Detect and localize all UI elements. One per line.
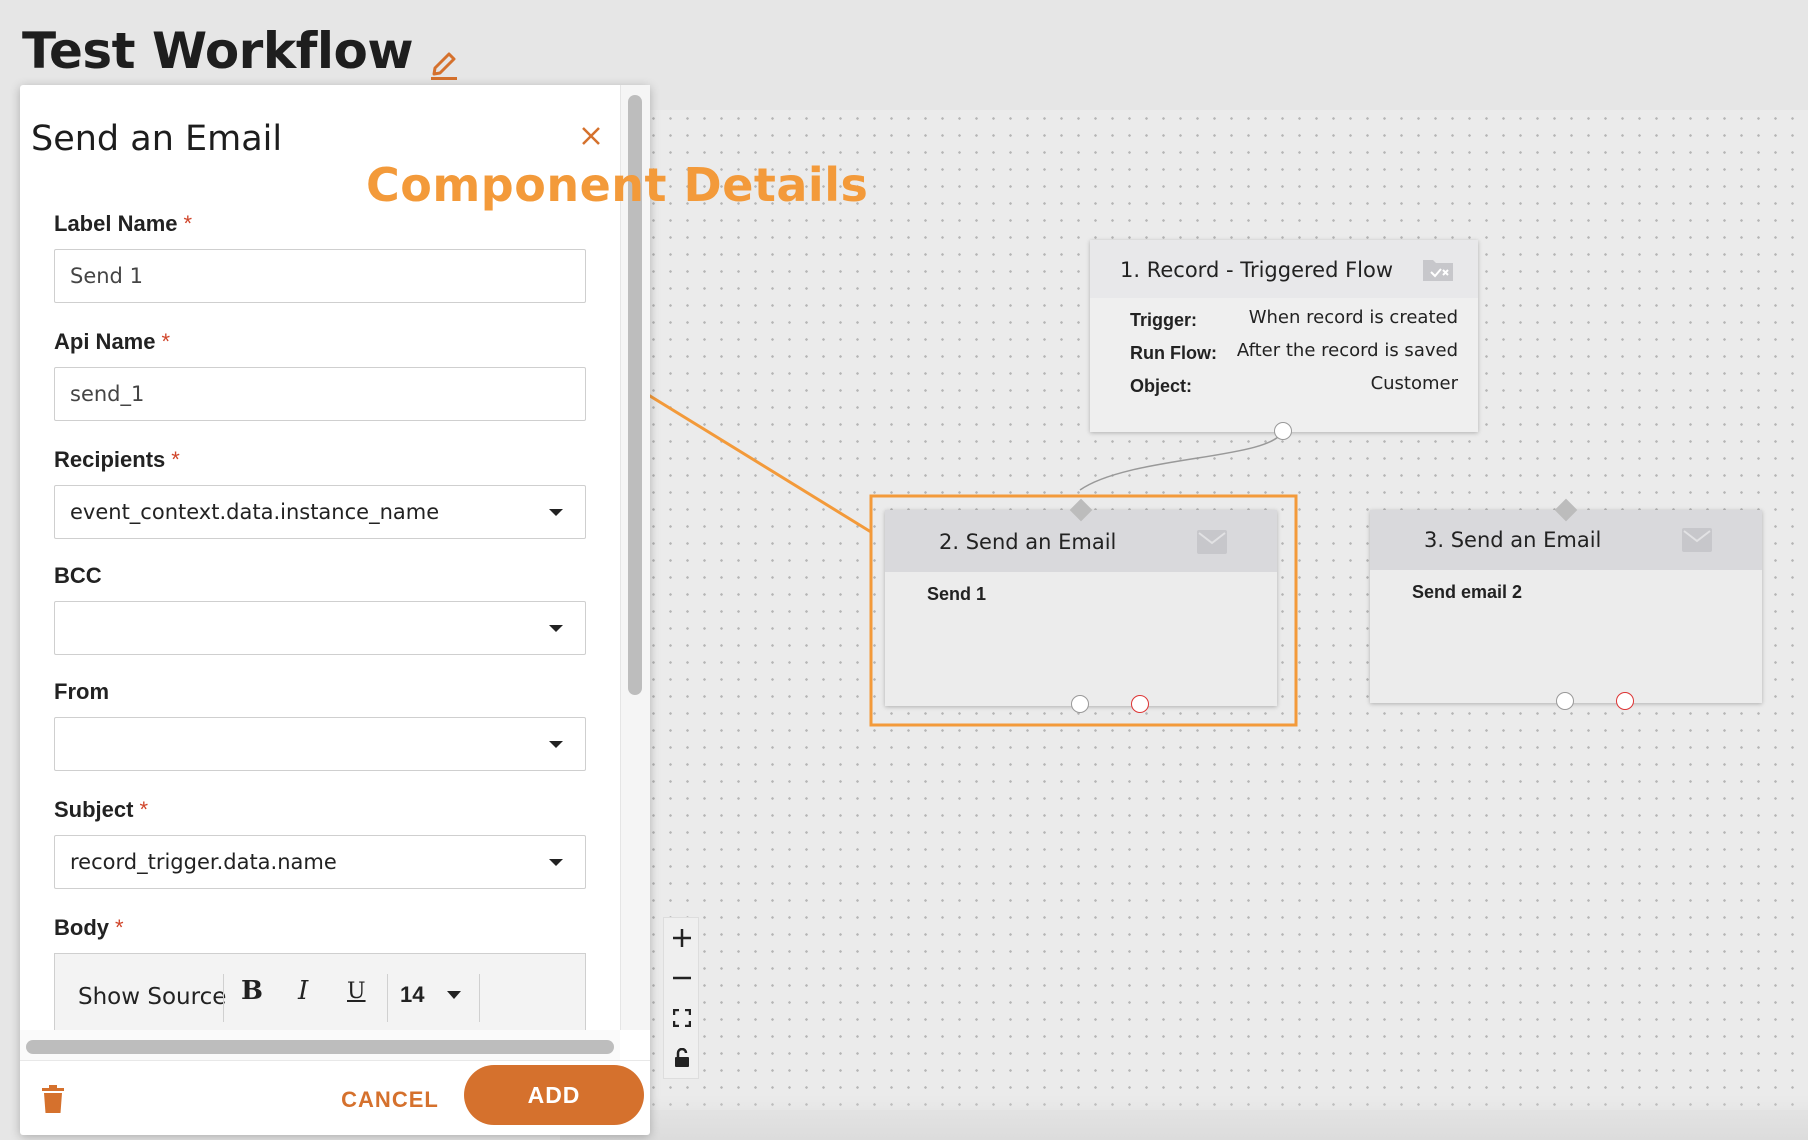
output-port[interactable] — [1274, 422, 1292, 440]
toolbar-divider — [223, 974, 224, 1022]
from-text: From — [54, 679, 109, 704]
show-source-button[interactable]: Show Source — [78, 984, 226, 1010]
chevron-down-icon — [549, 741, 563, 748]
recipients-value: event_context.data.instance_name — [70, 500, 440, 524]
plus-icon[interactable] — [664, 918, 700, 958]
close-icon[interactable] — [576, 121, 606, 151]
subject-text: Subject — [54, 797, 134, 822]
canvas-shadow — [560, 1095, 1808, 1140]
email-node-1-label: Send 1 — [927, 584, 987, 604]
required-marker: * — [171, 447, 180, 472]
trash-icon[interactable] — [42, 1085, 64, 1113]
api-name-label: Api Name * — [54, 329, 170, 355]
required-marker: * — [183, 211, 193, 236]
trigger-value: When record is created — [1248, 307, 1458, 328]
email-node-1[interactable]: 2. Send an Email Send 1 — [885, 498, 1277, 713]
bcc-select[interactable] — [54, 601, 586, 655]
annotation-label: Component Details — [366, 158, 869, 212]
lock-icon[interactable] — [664, 1038, 700, 1078]
object-value: Customer — [1370, 373, 1458, 394]
subject-select[interactable]: record_trigger.data.name — [54, 835, 586, 889]
mail-icon — [1682, 528, 1712, 557]
bold-button[interactable]: B — [241, 976, 263, 1006]
add-button[interactable]: ADD — [464, 1065, 644, 1125]
from-label: From — [54, 679, 109, 705]
panel-footer: CANCEL ADD — [20, 1060, 650, 1135]
label-name-text: Label Name — [54, 211, 178, 236]
chevron-down-icon — [549, 625, 563, 632]
bcc-text: BCC — [54, 563, 102, 588]
failure-port[interactable] — [1131, 695, 1149, 713]
pencil-icon[interactable] — [429, 34, 459, 80]
required-marker: * — [115, 915, 124, 940]
workflow-title: Test Workflow — [22, 22, 414, 80]
success-port[interactable] — [1071, 695, 1089, 713]
fit-screen-icon[interactable] — [664, 998, 700, 1038]
label-name-value: Send 1 — [70, 264, 143, 288]
recipients-label: Recipients * — [54, 447, 180, 473]
recipients-text: Recipients — [54, 447, 166, 472]
label-name-input[interactable]: Send 1 — [54, 249, 586, 303]
component-details-panel: Send an Email Label Name * Send 1 Api Nam… — [20, 85, 650, 1135]
email-node-2-title: 3. Send an Email — [1424, 528, 1602, 552]
object-label: Object: — [1130, 376, 1193, 396]
api-name-text: Api Name — [54, 329, 156, 354]
success-port[interactable] — [1556, 692, 1574, 710]
bcc-label: BCC — [54, 563, 102, 589]
toolbar-divider — [387, 974, 388, 1022]
email-node-2-label: Send email 2 — [1412, 582, 1523, 602]
italic-button[interactable]: I — [298, 976, 308, 1006]
subject-label: Subject * — [54, 797, 148, 823]
minus-icon[interactable] — [664, 958, 700, 998]
zoom-controls — [663, 917, 699, 1079]
mail-icon — [1197, 530, 1227, 559]
api-name-value: send_1 — [70, 382, 145, 406]
panel-title: Send an Email — [31, 119, 283, 159]
recipients-select[interactable]: event_context.data.instance_name — [54, 485, 586, 539]
email-node-2[interactable]: 3. Send an Email Send email 2 — [1370, 498, 1762, 710]
chevron-down-icon — [549, 859, 563, 866]
font-size-select[interactable]: 14 — [400, 982, 424, 1008]
required-marker: * — [139, 797, 149, 822]
chevron-down-icon[interactable] — [447, 991, 461, 999]
chevron-down-icon — [549, 509, 563, 516]
page-title: Test Workflow — [22, 22, 459, 80]
run-flow-label: Run Flow: — [1130, 343, 1217, 363]
toolbar-divider — [479, 974, 480, 1022]
horizontal-scroll-thumb[interactable] — [26, 1040, 614, 1054]
subject-value: record_trigger.data.name — [70, 850, 337, 874]
body-text: Body — [54, 915, 109, 940]
run-flow-value: After the record is saved — [1236, 340, 1458, 361]
email-node-1-title: 2. Send an Email — [939, 530, 1117, 554]
api-name-input[interactable]: send_1 — [54, 367, 586, 421]
underline-button[interactable]: U — [347, 979, 366, 1004]
trigger-node[interactable]: 1. Record - Triggered Flow Trigger: When… — [1090, 240, 1478, 440]
required-marker: * — [161, 329, 171, 354]
body-editor-toolbar: Show Source B I U 14 — [54, 953, 586, 1033]
flow-icon — [1422, 256, 1454, 287]
failure-port[interactable] — [1616, 692, 1634, 710]
cancel-button[interactable]: CANCEL — [320, 1077, 460, 1123]
label-name-label: Label Name * — [54, 211, 192, 237]
body-label: Body * — [54, 915, 124, 941]
from-select[interactable] — [54, 717, 586, 771]
trigger-node-title: 1. Record - Triggered Flow — [1120, 258, 1394, 282]
trigger-label: Trigger: — [1130, 310, 1198, 330]
